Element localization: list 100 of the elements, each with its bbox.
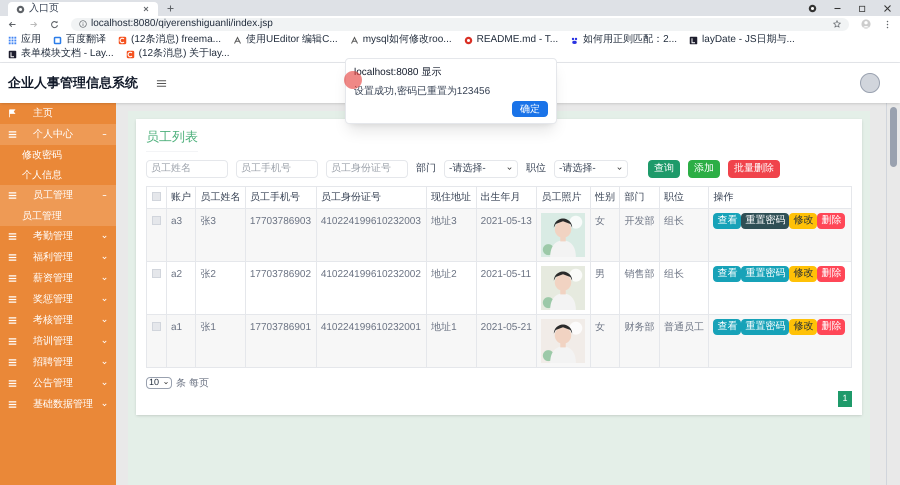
- view-button[interactable]: 查看: [713, 266, 742, 282]
- bookmark[interactable]: layDate - JS日期与...: [689, 33, 795, 47]
- sidebar-item[interactable]: 薪资管理: [0, 268, 116, 289]
- sidebar-item[interactable]: 公告管理: [0, 373, 116, 394]
- reload-icon[interactable]: [50, 20, 59, 28]
- sidebar-item[interactable]: 培训管理: [0, 331, 116, 352]
- bookmark[interactable]: (12条消息) 关于lay...: [126, 47, 230, 61]
- chevron-down-icon[interactable]: [101, 296, 108, 303]
- checkbox[interactable]: [152, 216, 161, 224]
- table-cell: 17703786901: [245, 314, 316, 367]
- list-icon: [8, 379, 17, 388]
- page-button[interactable]: 1: [838, 390, 852, 406]
- view-button[interactable]: 查看: [713, 318, 742, 334]
- chevron-down-icon[interactable]: [101, 254, 108, 261]
- delete-button[interactable]: 删除: [817, 212, 846, 228]
- submenu-item[interactable]: 员工管理: [0, 206, 116, 226]
- reset-button[interactable]: 重置密码: [741, 266, 790, 282]
- back-icon[interactable]: [8, 20, 17, 28]
- checkbox[interactable]: [152, 192, 161, 202]
- browser-tab[interactable]: 入口页: [8, 2, 158, 16]
- sidebar-item[interactable]: 奖惩管理: [0, 289, 116, 310]
- avatar[interactable]: [860, 73, 880, 93]
- search-field[interactable]: 员工身份证号: [326, 160, 408, 178]
- bookmark[interactable]: (12条消息) freema...: [118, 33, 222, 47]
- list-icon: [8, 337, 17, 346]
- delete-button[interactable]: 批量删除: [728, 160, 780, 178]
- bookmark[interactable]: 百度翻译: [53, 33, 106, 47]
- sidebar-item[interactable]: 个人中心: [0, 124, 116, 145]
- sidebar-item[interactable]: 考勤管理: [0, 226, 116, 247]
- close-icon[interactable]: [883, 4, 892, 12]
- circle-icon: [464, 36, 473, 44]
- chevron-down-icon[interactable]: [101, 275, 108, 282]
- search-button[interactable]: 查询: [648, 160, 680, 178]
- sidebar-item[interactable]: 招聘管理: [0, 352, 116, 373]
- menu-icon[interactable]: [156, 78, 167, 88]
- chevron-down-icon[interactable]: [101, 401, 108, 408]
- collapse-icon[interactable]: [101, 131, 108, 138]
- delete-button[interactable]: 删除: [817, 318, 846, 334]
- page-size-select[interactable]: 10: [146, 377, 172, 389]
- sidebar-item[interactable]: 福利管理: [0, 247, 116, 268]
- list-icon: [8, 191, 17, 200]
- sidebar-item[interactable]: 基础数据管理: [0, 394, 116, 415]
- delete-button[interactable]: 删除: [817, 266, 846, 282]
- dialog-message: 设置成功,密码已重置为123456: [354, 84, 492, 99]
- dropdown[interactable]: -请选择-: [554, 160, 628, 178]
- table-cell: 销售部: [620, 261, 660, 314]
- chevron-down-icon[interactable]: [101, 317, 108, 324]
- bookmark[interactable]: 应用: [8, 33, 41, 47]
- bookmark[interactable]: mysql如何修改roo...: [350, 33, 452, 47]
- reset-button[interactable]: 重置密码: [741, 318, 790, 334]
- search-field[interactable]: 员工手机号: [236, 160, 318, 178]
- scrollbar-thumb[interactable]: [890, 107, 897, 167]
- sidebar-item[interactable]: 员工管理: [0, 185, 116, 206]
- view-button[interactable]: 查看: [713, 212, 742, 228]
- table-cell: 张3: [196, 208, 246, 261]
- table-cell: 地址3: [426, 208, 476, 261]
- edit-button[interactable]: 修改: [789, 266, 818, 282]
- bookmark[interactable]: 使用UEditor 编辑C...: [233, 33, 338, 47]
- sidebar-item[interactable]: 考核管理: [0, 310, 116, 331]
- chevron-down-icon[interactable]: [101, 359, 108, 366]
- table-cell: 女: [590, 314, 620, 367]
- info-icon[interactable]: [79, 20, 87, 28]
- star-icon[interactable]: [833, 20, 841, 28]
- submenu-item[interactable]: 个人信息: [0, 165, 116, 185]
- table-cell: 2021-05-13: [476, 208, 537, 261]
- sidebar-item[interactable]: 主页: [0, 103, 116, 124]
- search-field[interactable]: 员工姓名: [146, 160, 228, 178]
- table-cell: 410224199610232001: [316, 314, 427, 367]
- column-header: 职位: [659, 186, 709, 208]
- forward-icon[interactable]: [29, 20, 38, 28]
- chevron-down-icon[interactable]: [101, 233, 108, 240]
- table-cell: a1: [166, 314, 196, 367]
- bookmark[interactable]: 如何用正则匹配：2...: [570, 33, 678, 47]
- column-header: 出生年月: [476, 186, 537, 208]
- filter-label: 部门: [416, 162, 436, 176]
- checkbox[interactable]: [152, 268, 161, 278]
- table-cell: 17703786903: [245, 208, 316, 261]
- column-header: 账户: [166, 186, 196, 208]
- table-cell: 财务部: [620, 314, 660, 367]
- collapse-icon[interactable]: [101, 192, 108, 199]
- chevron-down-icon[interactable]: [101, 380, 108, 387]
- bookmark[interactable]: README.md - T...: [464, 33, 558, 47]
- ok-button[interactable]: 确定: [512, 101, 548, 117]
- bookmark[interactable]: 表单模块文档 - Lay...: [8, 47, 114, 61]
- edit-button[interactable]: 修改: [789, 318, 818, 334]
- checkbox[interactable]: [152, 322, 161, 330]
- edit-button[interactable]: 修改: [789, 212, 818, 228]
- new-tab-icon[interactable]: [166, 4, 175, 13]
- record-icon[interactable]: [808, 4, 817, 12]
- dropdown[interactable]: -请选择-: [444, 160, 518, 178]
- address-bar[interactable]: localhost:8080/qiyerenshiguanli/index.jsp: [71, 18, 849, 30]
- table-cell: a2: [166, 261, 196, 314]
- add-button[interactable]: 添加: [688, 160, 720, 178]
- profile-icon[interactable]: [861, 19, 871, 29]
- chevron-down-icon[interactable]: [101, 338, 108, 345]
- submenu-item[interactable]: 修改密码: [0, 145, 116, 165]
- reset-button[interactable]: 重置密码: [741, 212, 790, 228]
- close-icon[interactable]: [142, 5, 150, 13]
- restore-icon[interactable]: [858, 4, 867, 12]
- table-cell: 女: [590, 208, 620, 261]
